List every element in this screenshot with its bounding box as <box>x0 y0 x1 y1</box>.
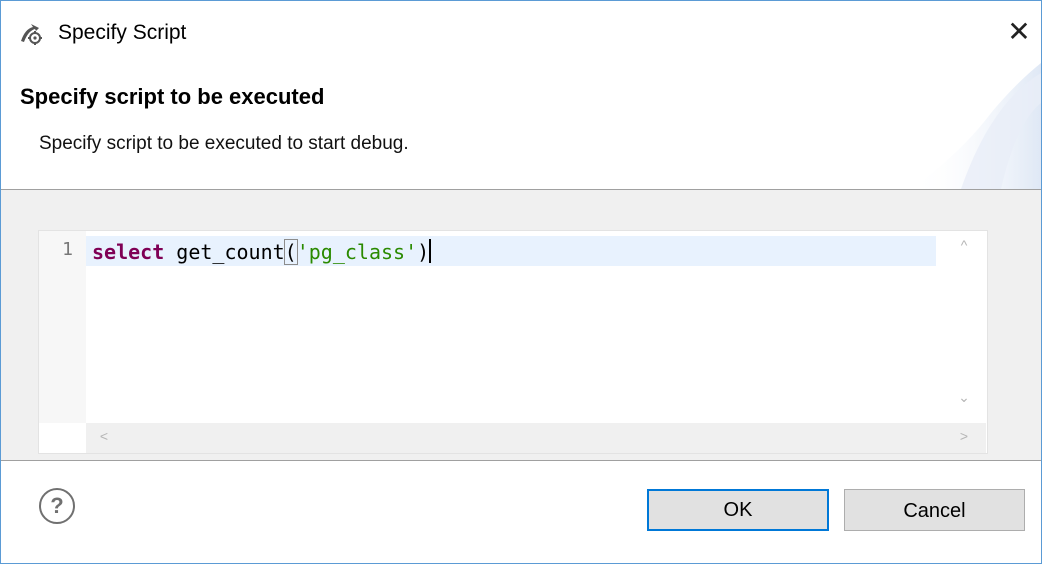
scroll-right-icon[interactable]: > <box>954 428 974 444</box>
banner-message: Specify script to be executed to start d… <box>39 133 409 154</box>
close-paren: ) <box>417 240 430 264</box>
title-bar: Specify Script ✕ <box>1 1 1041 63</box>
line-number-gutter: 1 <box>39 231 86 423</box>
code-area[interactable]: select get_count('pg_class') <box>86 231 939 423</box>
text-caret <box>429 239 432 263</box>
window-title: Specify Script <box>58 21 187 44</box>
function-name: get_count <box>164 240 285 264</box>
scroll-left-icon[interactable]: < <box>94 428 114 444</box>
ok-button[interactable]: OK <box>647 489 829 531</box>
vertical-scrollbar[interactable]: ^ ⌄ <box>941 231 987 423</box>
matching-bracket-highlight: ( <box>283 239 298 265</box>
close-button[interactable]: ✕ <box>997 9 1041 55</box>
dialog-body: 1 select get_count('pg_class') ^ ⌄ < > <box>1 190 1041 460</box>
sql-keyword: select <box>92 240 165 264</box>
code-line[interactable]: select get_count('pg_class') <box>92 239 432 265</box>
banner-heading: Specify script to be executed <box>20 84 325 109</box>
close-icon: ✕ <box>1007 16 1031 47</box>
scroll-up-icon[interactable]: ^ <box>954 237 974 253</box>
specify-script-dialog: Specify Script ✕ Specify script to be ex… <box>0 0 1042 564</box>
scroll-down-icon[interactable]: ⌄ <box>954 389 974 406</box>
footer-divider <box>1 460 1041 461</box>
banner-decoration <box>911 63 1041 189</box>
gear-wrench-icon <box>21 24 42 45</box>
title-area: Specify script to be executed Specify sc… <box>1 63 1041 189</box>
line-number: 1 <box>62 239 73 260</box>
string-literal: 'pg_class' <box>296 240 418 264</box>
horizontal-scrollbar[interactable]: < > <box>86 423 986 453</box>
cancel-button[interactable]: Cancel <box>844 489 1025 531</box>
help-icon[interactable]: ? <box>39 488 75 524</box>
script-editor[interactable]: 1 select get_count('pg_class') ^ ⌄ < > <box>38 230 988 454</box>
